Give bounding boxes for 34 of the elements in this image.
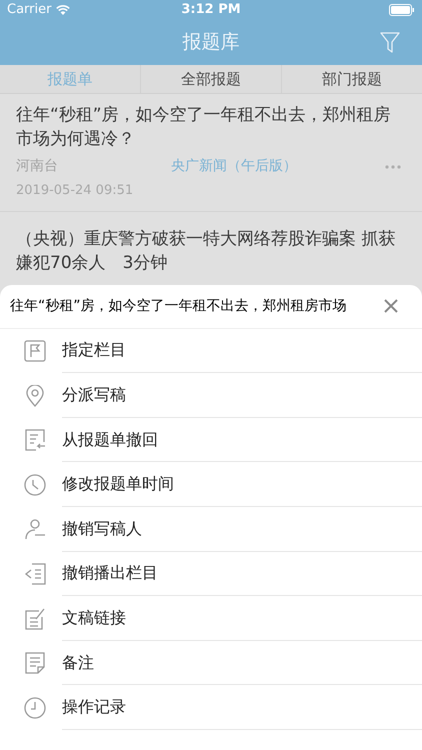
carrier-label: Carrier bbox=[7, 1, 52, 20]
tab[interactable]: 全部报题 bbox=[140, 65, 281, 94]
news-title: 往年“秒租”房，如今空了一年租不出去，郑州租房市场为何遇冷？ bbox=[16, 104, 392, 152]
close-icon[interactable] bbox=[384, 299, 398, 314]
tab[interactable]: 部门报题 bbox=[281, 65, 422, 94]
action-item[interactable]: 从报题单撤回 bbox=[62, 418, 422, 462]
source-label: 河南台 bbox=[16, 157, 59, 176]
wifi-icon bbox=[56, 5, 70, 15]
flag-icon bbox=[24, 340, 46, 362]
action-item[interactable]: 撤销播出栏目 bbox=[62, 552, 422, 596]
list-remove-icon bbox=[24, 562, 46, 585]
action-item[interactable]: 指定栏目 bbox=[62, 328, 422, 374]
more-icon[interactable] bbox=[385, 164, 401, 169]
document-edit-icon bbox=[24, 608, 46, 630]
location-pin-icon bbox=[24, 384, 46, 407]
person-icon bbox=[24, 518, 46, 540]
filter-icon[interactable] bbox=[380, 32, 400, 53]
action-item[interactable]: 备注 bbox=[62, 640, 422, 686]
action-item[interactable]: 操作记录 bbox=[62, 685, 422, 730]
battery-icon bbox=[389, 4, 415, 16]
clock-icon bbox=[24, 474, 46, 496]
program-label: 央广新闻（午后版） bbox=[171, 157, 297, 176]
action-item[interactable]: 分派写稿 bbox=[62, 373, 422, 418]
clock-icon bbox=[24, 696, 46, 719]
list-return-icon bbox=[24, 429, 46, 452]
action-item[interactable]: 修改报题单时间 bbox=[62, 462, 422, 508]
status-time: 3:12 PM bbox=[181, 1, 241, 20]
nav-title: 报题库 bbox=[182, 30, 240, 56]
date-label: 2019-05-24 09:51 bbox=[16, 182, 134, 200]
sheet-title: 往年“秒租”房，如今空了一年租不出去，郑州租房市场 bbox=[10, 296, 347, 316]
action-item[interactable]: 文稿链接 bbox=[62, 596, 422, 641]
action-item[interactable]: 撤销写稿人 bbox=[62, 507, 422, 552]
news-title: （央视）重庆警方破获一特大网络荐股诈骗案 抓获嫌犯70余人 3分钟 bbox=[16, 228, 396, 275]
notes-icon bbox=[24, 652, 46, 674]
